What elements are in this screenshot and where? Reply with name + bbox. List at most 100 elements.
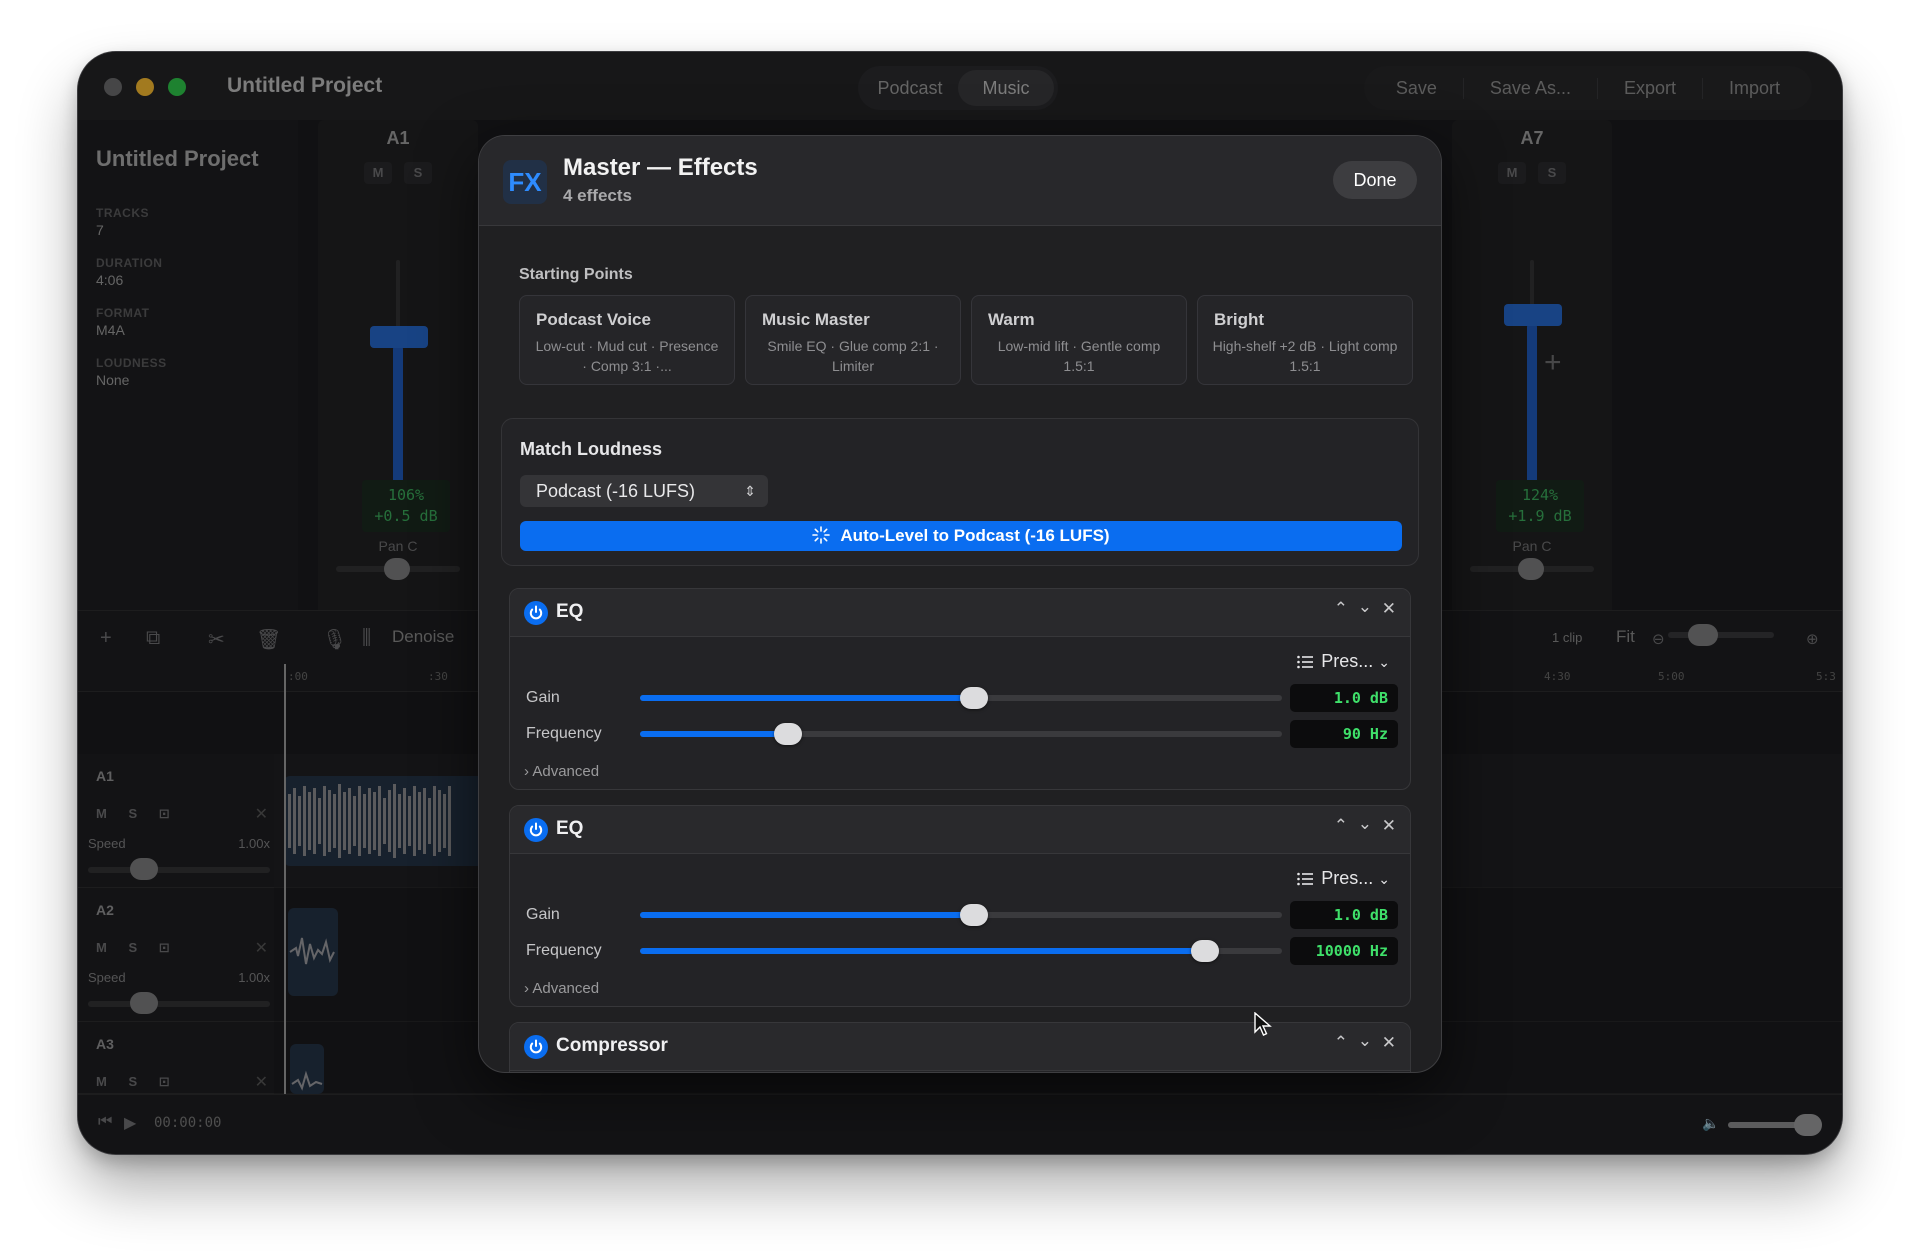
import-button[interactable]: Import <box>1703 78 1806 99</box>
mode-segmented-control: Podcast Music <box>858 66 1058 110</box>
remove-effect-close-icon[interactable]: ✕ <box>1382 816 1396 836</box>
track-mute-button[interactable]: M <box>96 1074 107 1089</box>
slider-knob[interactable] <box>959 904 988 926</box>
remove-effect-close-icon[interactable]: ✕ <box>1382 1033 1396 1053</box>
advanced-disclosure[interactable]: › Advanced <box>524 763 599 780</box>
track-mute-solo[interactable]: M S ⊡ <box>96 940 170 956</box>
track-solo-button[interactable]: S <box>128 940 137 955</box>
power-icon[interactable] <box>524 818 548 842</box>
slider-knob[interactable] <box>959 687 988 709</box>
gain-slider[interactable] <box>640 687 1282 709</box>
preset-podcast-voice[interactable]: Podcast Voice Low-cut · Mud cut · Presen… <box>519 295 735 385</box>
add-strip-plus-icon[interactable]: + <box>1544 346 1562 380</box>
save-button[interactable]: Save <box>1370 77 1464 99</box>
pan-slider-knob[interactable] <box>384 558 410 580</box>
save-as-button[interactable]: Save As... <box>1464 77 1598 99</box>
playhead[interactable] <box>284 664 286 1094</box>
frequency-slider[interactable] <box>640 940 1282 962</box>
preset-description: High-shelf +2 dB · Light comp 1.5:1 <box>1212 338 1398 374</box>
frequency-slider[interactable] <box>640 723 1282 745</box>
trash-icon[interactable]: 🗑 <box>256 627 281 652</box>
advanced-disclosure[interactable]: › Advanced <box>524 980 599 997</box>
track-solo-button[interactable]: S <box>128 806 137 821</box>
effect-presets-button[interactable]: Pres... ⌄ <box>1297 868 1390 889</box>
effect-presets-button[interactable]: Pres... ⌄ <box>1297 651 1390 672</box>
scissors-icon[interactable]: ✂ <box>208 627 225 652</box>
effect-presets-label: Pres... <box>1321 651 1374 671</box>
audio-clip[interactable] <box>290 1044 324 1094</box>
move-up-chevron-up-icon[interactable]: ⌃ <box>1334 1033 1348 1053</box>
chevron-right-icon: › <box>524 763 529 780</box>
speed-label: Speed <box>88 836 126 851</box>
level-db: +0.5 dB <box>374 507 438 525</box>
mode-podcast-tab[interactable]: Podcast <box>862 70 958 106</box>
move-down-chevron-down-icon[interactable]: ⌄ <box>1358 1031 1372 1051</box>
volume-slider-knob[interactable] <box>1794 1114 1822 1136</box>
track-mute-solo[interactable]: M S ⊡ <box>96 806 170 822</box>
preset-name: Music Master <box>762 310 870 329</box>
audio-clip[interactable] <box>288 908 338 996</box>
strip-mute-button[interactable]: M <box>1498 162 1526 184</box>
preset-name: Bright <box>1214 310 1265 329</box>
done-button[interactable]: Done <box>1333 161 1417 199</box>
gain-slider[interactable] <box>640 904 1282 926</box>
mic-icon[interactable]: 🎙 <box>322 627 347 652</box>
remove-track-close-icon[interactable]: ✕ <box>255 804 268 824</box>
slider-knob[interactable] <box>773 723 802 745</box>
preset-music-master[interactable]: Music Master Smile EQ · Glue comp 2:1 · … <box>745 295 961 385</box>
speed-slider-knob[interactable] <box>130 858 158 880</box>
project-title: Untitled Project <box>96 146 259 171</box>
strip-solo-button[interactable]: S <box>1538 162 1566 184</box>
duplicate-icon[interactable]: ⧉ <box>146 627 160 650</box>
track-mute-solo[interactable]: M S ⊡ <box>96 1074 170 1090</box>
preset-warm[interactable]: Warm Low-mid lift · Gentle comp 1.5:1 <box>971 295 1187 385</box>
preset-description: Low-mid lift · Gentle comp 1.5:1 <box>997 338 1161 374</box>
mode-music-tab[interactable]: Music <box>958 70 1054 106</box>
move-down-chevron-down-icon[interactable]: ⌄ <box>1358 814 1372 834</box>
duration-label: DURATION <box>96 256 163 270</box>
auto-level-button[interactable]: Auto-Level to Podcast (-16 LUFS) <box>520 521 1402 551</box>
zoom-out-icon[interactable]: ⊖ <box>1652 630 1665 648</box>
fader-handle[interactable] <box>1504 304 1562 326</box>
strip-solo-button[interactable]: S <box>404 162 432 184</box>
maximize-window-button[interactable] <box>168 78 186 96</box>
effect-name: EQ <box>556 601 584 622</box>
lock-icon[interactable]: ⊡ <box>159 806 170 821</box>
slider-knob[interactable] <box>1190 940 1219 962</box>
track-name: A3 <box>96 1036 114 1052</box>
remove-track-close-icon[interactable]: ✕ <box>255 1072 268 1092</box>
power-icon[interactable] <box>524 601 548 625</box>
pan-slider-knob[interactable] <box>1518 558 1544 580</box>
power-icon[interactable] <box>524 1035 548 1059</box>
preset-bright[interactable]: Bright High-shelf +2 dB · Light comp 1.5… <box>1197 295 1413 385</box>
track-header-a1: A1 M S ⊡ ✕ Speed 1.00x <box>78 754 274 888</box>
top-actions: Save Save As... Export Import <box>1363 66 1812 110</box>
track-solo-button[interactable]: S <box>128 1074 137 1089</box>
play-icon[interactable]: ▶ <box>124 1113 136 1133</box>
move-up-chevron-up-icon[interactable]: ⌃ <box>1334 816 1348 836</box>
zoom-in-icon[interactable]: ⊕ <box>1806 630 1819 648</box>
lock-icon[interactable]: ⊡ <box>159 1074 170 1089</box>
zoom-slider-knob[interactable] <box>1688 624 1718 646</box>
move-down-chevron-down-icon[interactable]: ⌄ <box>1358 597 1372 617</box>
denoise-button[interactable]: Denoise <box>392 627 454 647</box>
remove-track-close-icon[interactable]: ✕ <box>255 938 268 958</box>
minimize-window-button[interactable] <box>136 78 154 96</box>
speed-slider-knob[interactable] <box>130 992 158 1014</box>
move-up-chevron-up-icon[interactable]: ⌃ <box>1334 599 1348 619</box>
fader-handle[interactable] <box>370 326 428 348</box>
strip-mute-button[interactable]: M <box>364 162 392 184</box>
track-name: A1 <box>96 768 114 784</box>
export-button[interactable]: Export <box>1598 77 1703 99</box>
add-plus-icon[interactable]: + <box>100 627 112 650</box>
frequency-readout: 90 Hz <box>1290 720 1398 748</box>
fit-button[interactable]: Fit <box>1616 627 1635 647</box>
loudness-target-select[interactable]: Podcast (-16 LUFS) ⇕ <box>520 475 768 507</box>
close-window-button[interactable] <box>104 78 122 96</box>
track-mute-button[interactable]: M <box>96 806 107 821</box>
effects-modal: FX Master — Effects 4 effects Done Start… <box>479 136 1441 1072</box>
skip-back-icon[interactable]: ⏮ <box>98 1113 112 1131</box>
track-mute-button[interactable]: M <box>96 940 107 955</box>
remove-effect-close-icon[interactable]: ✕ <box>1382 599 1396 619</box>
lock-icon[interactable]: ⊡ <box>159 940 170 955</box>
